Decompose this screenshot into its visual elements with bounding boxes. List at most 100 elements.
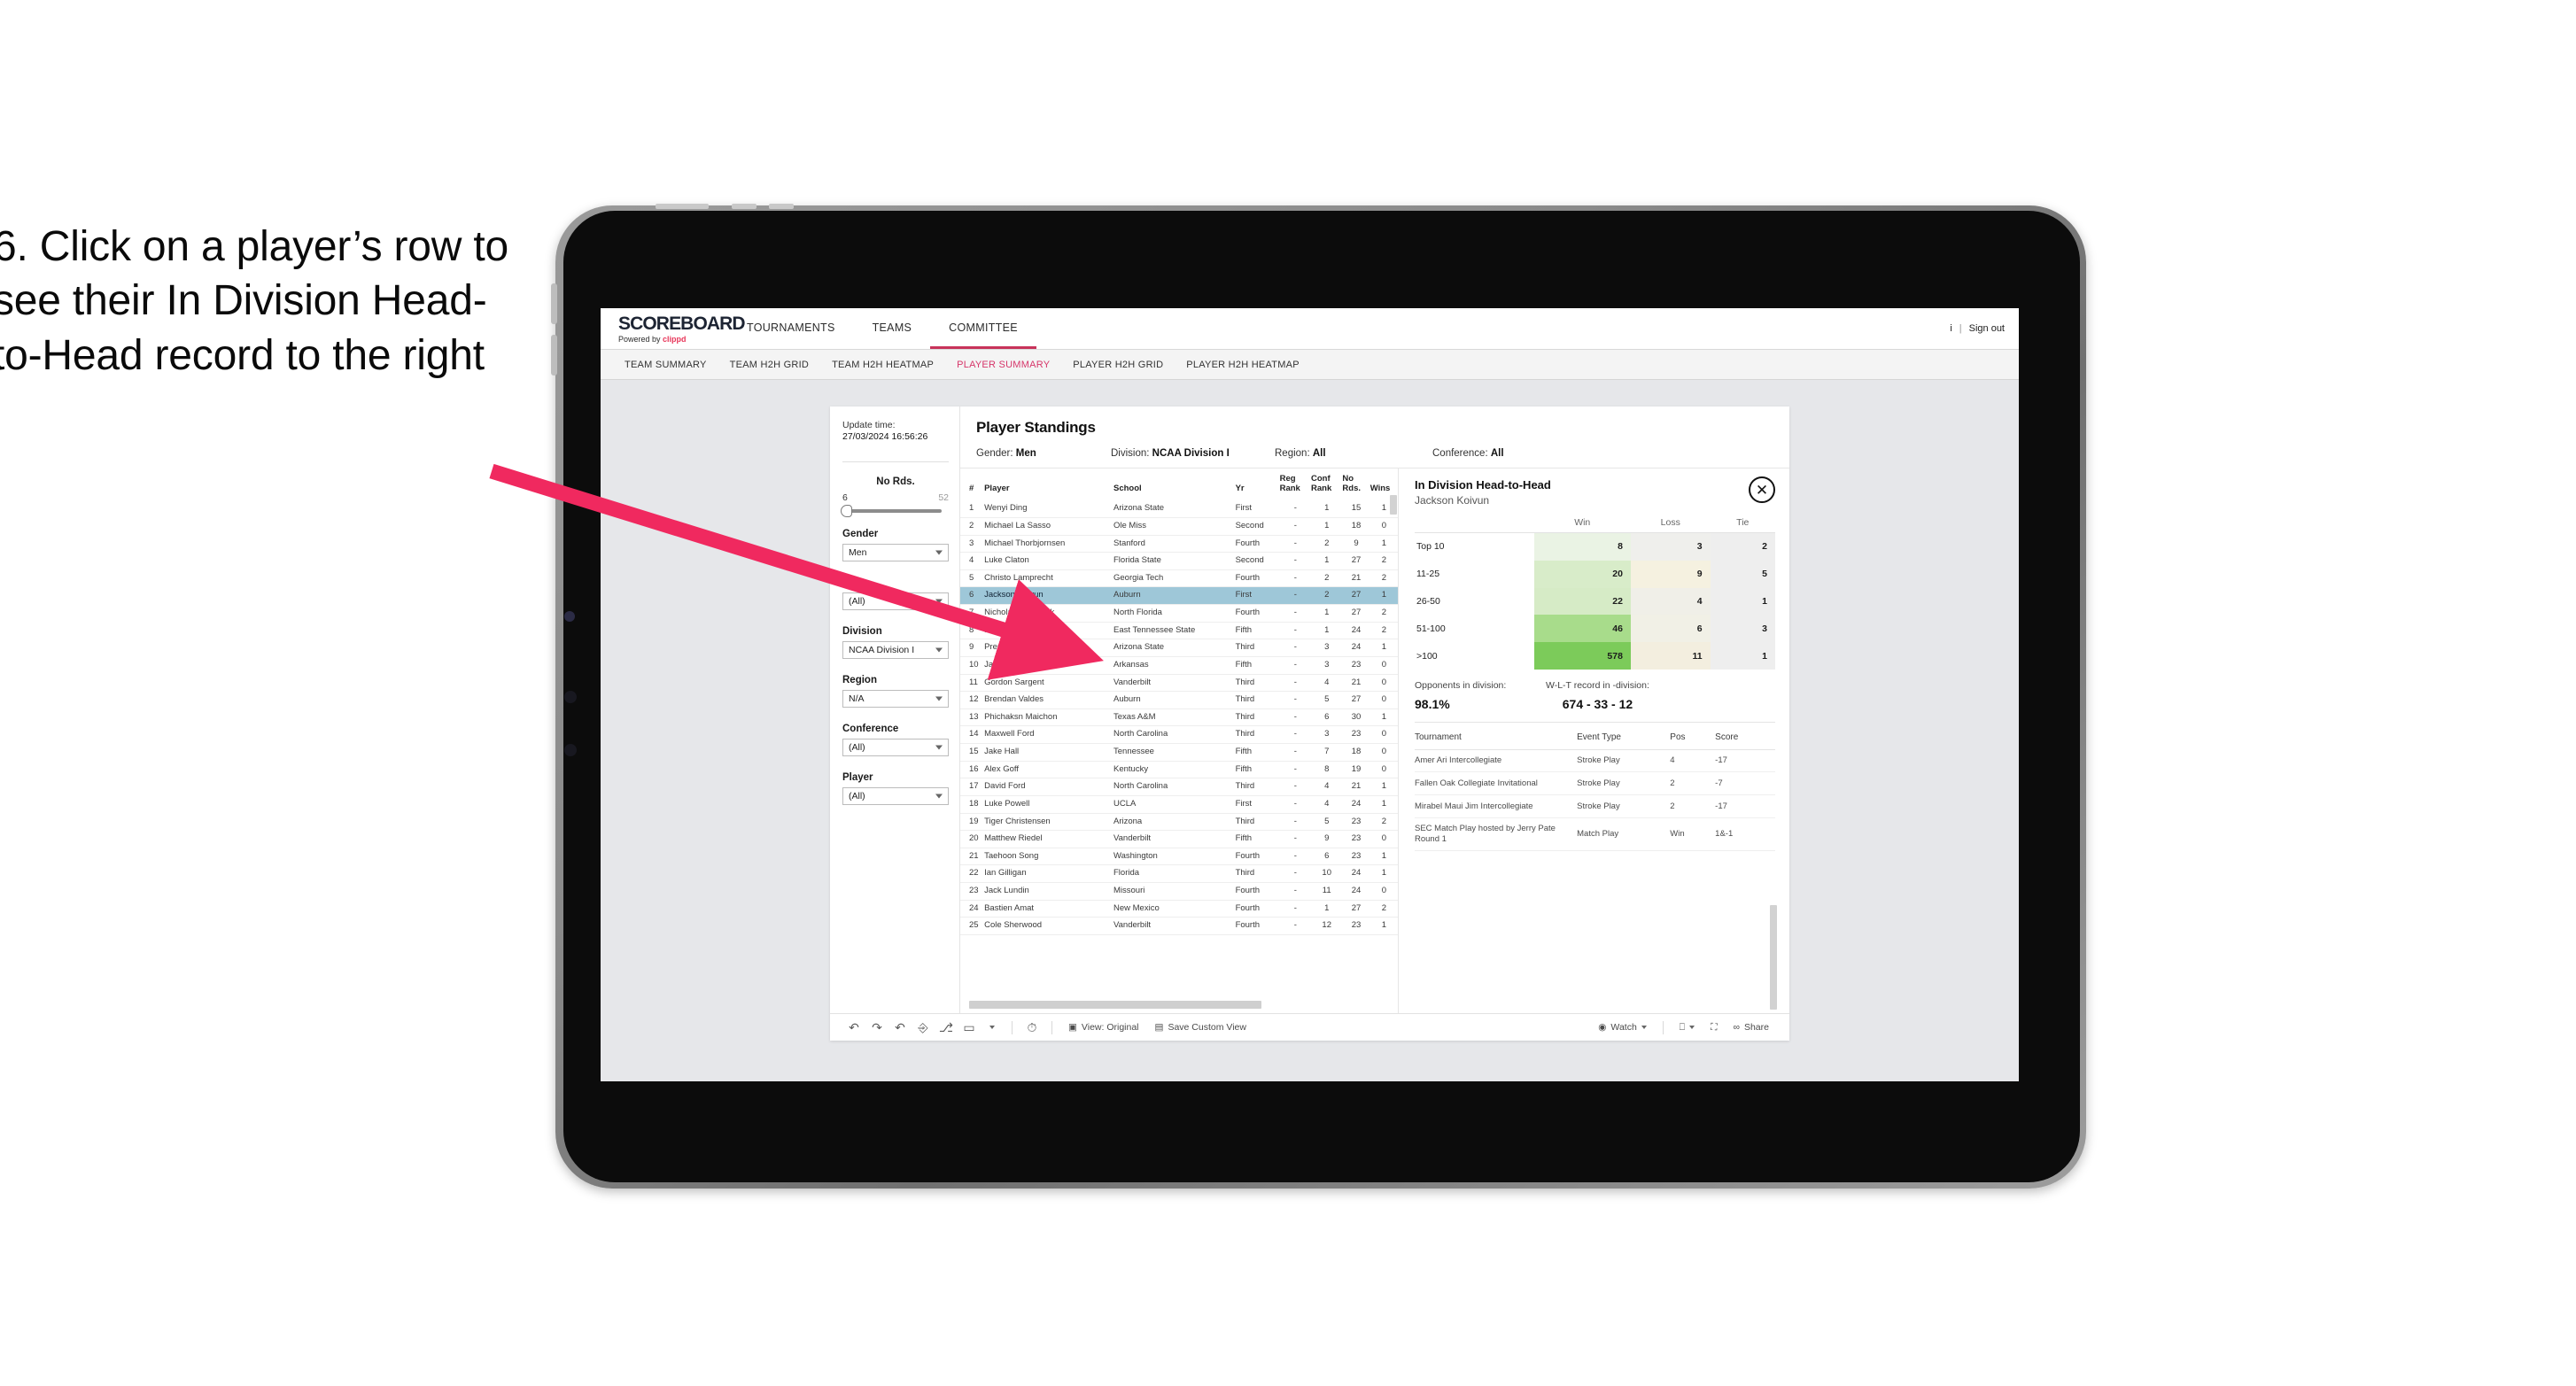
table-row[interactable]: 8 Mats Ege East Tennessee State Fifth -1 24 2	[960, 622, 1398, 640]
table-row[interactable]: 10 Jacob Skov Olesen Arkansas Fifth -3 23 0	[960, 656, 1398, 675]
filter-year-select[interactable]: (All)	[842, 592, 949, 611]
tournament-pos: 4	[1670, 749, 1716, 773]
table-row[interactable]: 5 Christo Lamprecht Georgia Tech Fourth -2 21…	[960, 569, 1398, 588]
col-rank[interactable]: #	[960, 468, 984, 500]
watch-button[interactable]: ◉ Watch	[1590, 1022, 1655, 1033]
nav-tab-committee[interactable]: COMMITTEE	[930, 308, 1036, 349]
row-reg-rank: -	[1279, 569, 1311, 588]
nav-tab-teams[interactable]: TEAMS	[854, 308, 931, 349]
table-row[interactable]: 21 Taehoon Song Washington Fourth -6 23 1	[960, 848, 1398, 866]
h2h-cell-tie: 2	[1710, 532, 1775, 561]
h2h-cell-loss: 9	[1630, 560, 1711, 588]
standings-vertical-scrollbar[interactable]	[1390, 495, 1397, 515]
table-row[interactable]: 1 Wenyi Ding Arizona State First -1 15 1	[960, 500, 1398, 518]
row-rank: 7	[960, 604, 985, 623]
table-row[interactable]: 15 Jake Hall Tennessee Fifth -7 18 0	[960, 743, 1398, 762]
filter-division-select[interactable]: NCAA Division I	[842, 641, 949, 660]
tournament-scrollbar[interactable]	[1770, 905, 1777, 1010]
table-row[interactable]: 12 Brendan Valdes Auburn Third -5 27 0	[960, 691, 1398, 709]
table-row[interactable]: 23 Jack Lundin Missouri Fourth -11 24 0	[960, 882, 1398, 901]
col-school[interactable]: School	[1113, 468, 1236, 500]
table-row[interactable]: 24 Bastien Amat New Mexico Fourth -1 27 2	[960, 900, 1398, 918]
share-button[interactable]: ∞ Share	[1725, 1022, 1777, 1033]
meta-region-value: All	[1312, 448, 1326, 459]
table-row[interactable]: 25 Cole Sherwood Vanderbilt Fourth -12 23 1	[960, 917, 1398, 935]
undo-icon[interactable]: ↶	[842, 1020, 865, 1035]
row-school: Vanderbilt	[1113, 830, 1236, 848]
col-reg-rank[interactable]: Reg Rank	[1280, 468, 1311, 500]
subtab-team-h2h-heatmap[interactable]: TEAM H2H HEATMAP	[820, 360, 945, 370]
row-wins: 1	[1369, 535, 1398, 554]
subtab-player-summary[interactable]: PLAYER SUMMARY	[945, 360, 1061, 370]
table-row[interactable]: 18 Luke Powell UCLA First -4 24 1	[960, 795, 1398, 814]
slider-thumb[interactable]	[841, 505, 852, 518]
h2h-opponents-value: 98.1%	[1415, 696, 1450, 711]
row-conf-rank: 1	[1311, 552, 1343, 570]
table-row[interactable]: 14 Maxwell Ford North Carolina Third -3 23 0	[960, 725, 1398, 744]
close-icon[interactable]: ✕	[1749, 476, 1775, 503]
filter-divider	[842, 461, 949, 463]
table-row[interactable]: 17 David Ford North Carolina Third -4 21 1	[960, 778, 1398, 796]
revert-icon[interactable]: ↶	[888, 1020, 912, 1035]
nav-tab-tournaments[interactable]: TOURNAMENTS	[728, 308, 854, 349]
h2h-cell-loss: 3	[1630, 532, 1711, 561]
row-player: Phichaksn Maichon	[984, 708, 1113, 727]
save-custom-view-button[interactable]: ▤ Save Custom View	[1147, 1022, 1254, 1033]
filter-conference-select[interactable]: (All)	[842, 739, 949, 757]
table-row[interactable]: 7 Nicholas Gabrelcik North Florida Fourth -1…	[960, 604, 1398, 623]
subtab-team-summary[interactable]: TEAM SUMMARY	[613, 360, 718, 370]
row-rank: 2	[960, 517, 985, 536]
table-row[interactable]: 20 Matthew Riedel Vanderbilt Fifth -9 23 0	[960, 830, 1398, 848]
row-wins: 2	[1369, 622, 1398, 640]
sign-out-link[interactable]: Sign out	[1969, 323, 2005, 334]
table-row[interactable]: 19 Tiger Christensen Arizona Third -5 23 2	[960, 813, 1398, 832]
filter-gender-select[interactable]: Men	[842, 544, 949, 562]
meta-division-value: NCAA Division I	[1152, 448, 1230, 459]
row-no-rds: 21	[1342, 674, 1370, 693]
standings-horizontal-scrollbar[interactable]	[969, 1001, 1261, 1009]
table-row[interactable]: 2 Michael La Sasso Ole Miss Second -1 18 0	[960, 517, 1398, 536]
col-player[interactable]: Player	[984, 468, 1113, 500]
table-row[interactable]: 11 Gordon Sargent Vanderbilt Third -4 21 0	[960, 674, 1398, 693]
table-row[interactable]: 13 Phichaksn Maichon Texas A&M Third -6 30 1	[960, 708, 1398, 727]
subtab-player-h2h-heatmap[interactable]: PLAYER H2H HEATMAP	[1175, 360, 1311, 370]
redo-icon[interactable]: ↷	[865, 1020, 888, 1035]
tablet-screen: SCOREBOARD Powered by clippd TOURNAMENTS…	[601, 308, 2019, 1081]
device-layout-icon[interactable]: ▭	[958, 1020, 981, 1035]
refresh-data-icon[interactable]: ⎆	[912, 1020, 935, 1035]
slider-track[interactable]	[841, 505, 942, 518]
row-conf-rank: 5	[1311, 813, 1343, 832]
table-row[interactable]: 16 Alex Goff Kentucky Fifth -8 19 0	[960, 761, 1398, 779]
filter-region: Region N/A	[842, 675, 949, 708]
chevron-down-icon	[1641, 1026, 1647, 1029]
table-row[interactable]: 3 Michael Thorbjornsen Stanford Fourth -2 9 1	[960, 535, 1398, 554]
view-original-button[interactable]: ▣ View: Original	[1060, 1022, 1147, 1033]
col-conf-rank[interactable]: Conf Rank	[1311, 468, 1342, 500]
table-row[interactable]: 6 Jackson Koivun Auburn First -2 27 1	[960, 586, 1398, 605]
row-player: Ian Gilligan	[984, 864, 1113, 883]
download-button[interactable]: ⎕	[1672, 1022, 1703, 1034]
fullscreen-button[interactable]: ⛶	[1703, 1022, 1725, 1034]
row-no-rds: 24	[1342, 622, 1370, 640]
table-row[interactable]: 22 Ian Gilligan Florida Third -10 24 1	[960, 864, 1398, 883]
tournament-table: Tournament Event Type Pos Score Amer Ari…	[1415, 724, 1775, 851]
table-row[interactable]: 9 Preston Summerhays Arizona State Third -3 2…	[960, 639, 1398, 657]
subtab-player-h2h-grid[interactable]: PLAYER H2H GRID	[1061, 360, 1175, 370]
row-rank: 9	[960, 639, 985, 657]
table-row[interactable]: 4 Luke Claton Florida State Second -1 27 2	[960, 552, 1398, 570]
col-no-rds[interactable]: No Rds.	[1342, 468, 1369, 500]
h2h-stats: Opponents in division: 98.1% W-L-T recor…	[1415, 680, 1775, 711]
no-rounds-slider[interactable]: No Rds. 6 52	[841, 476, 949, 518]
row-rank: 25	[960, 917, 985, 935]
subtab-team-h2h-grid[interactable]: TEAM H2H GRID	[718, 360, 820, 370]
device-chevron-icon[interactable]	[981, 1026, 1004, 1029]
pause-updates-icon[interactable]: ⎇	[935, 1020, 958, 1035]
filter-region-select[interactable]: N/A	[842, 690, 949, 708]
filter-player-value: (All)	[849, 791, 865, 802]
col-yr[interactable]: Yr	[1236, 468, 1280, 500]
history-icon[interactable]: ⏱	[1020, 1020, 1044, 1035]
fullscreen-icon: ⛶	[1711, 1021, 1718, 1033]
user-initial: i	[1950, 323, 1952, 334]
filter-player-select[interactable]: (All)	[842, 787, 949, 806]
app-logo[interactable]: SCOREBOARD Powered by clippd	[601, 308, 746, 349]
